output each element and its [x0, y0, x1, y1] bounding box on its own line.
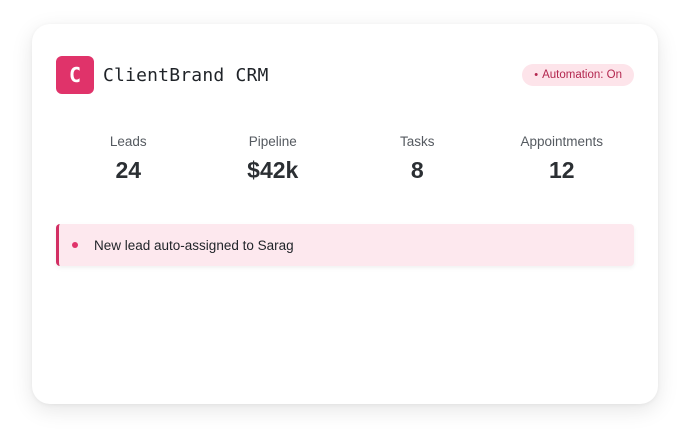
brand: C ClientBrand CRM [56, 56, 269, 94]
stat-tasks: Tasks 8 [345, 134, 490, 184]
app-title: ClientBrand CRM [103, 64, 269, 86]
automation-status-badge[interactable]: • Automation: On [522, 64, 634, 86]
stat-value: 24 [115, 157, 142, 183]
stat-pipeline: Pipeline $42k [201, 134, 346, 184]
stat-value: 8 [410, 157, 424, 183]
crm-card: C ClientBrand CRM • Automation: On Leads… [32, 24, 658, 404]
automation-status-label: Automation: On [542, 69, 622, 81]
bullet-dot-icon [72, 242, 78, 248]
status-dot-icon: • [534, 69, 539, 81]
notification-text: New lead auto-assigned to Sarag [94, 237, 294, 253]
stat-label: Tasks [399, 134, 435, 149]
stat-appointments: Appointments 12 [490, 134, 635, 184]
stat-value: 12 [548, 157, 575, 183]
notification-item[interactable]: New lead auto-assigned to Sarag [56, 224, 634, 266]
brand-logo: C [56, 56, 94, 94]
card-header: C ClientBrand CRM • Automation: On [56, 56, 634, 94]
stat-label: Pipeline [248, 134, 297, 149]
stat-label: Leads [109, 134, 147, 149]
stat-label: Appointments [520, 134, 604, 149]
stats-row: Leads 24 Pipeline $42k Tasks 8 Appointme… [56, 134, 634, 184]
stat-value: $42k [247, 157, 299, 183]
stat-leads: Leads 24 [56, 134, 201, 184]
